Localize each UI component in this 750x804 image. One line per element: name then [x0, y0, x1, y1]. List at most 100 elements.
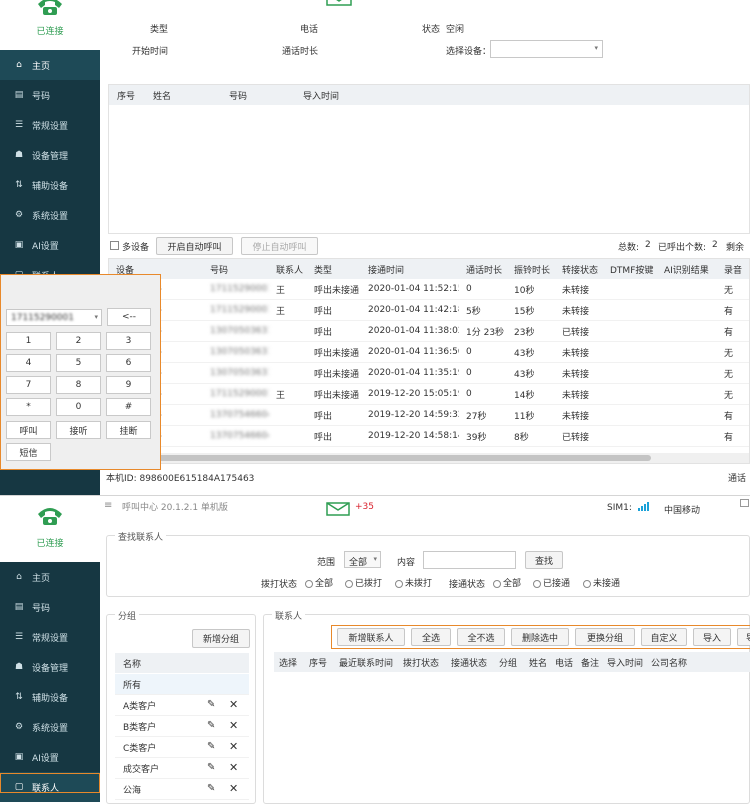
contact-btn-4[interactable]: 删除选中 — [511, 628, 569, 646]
mail-icon[interactable] — [326, 502, 350, 516]
dial-key-3[interactable]: 3 — [106, 332, 151, 350]
dial-state-radio[interactable] — [395, 579, 403, 588]
minimize-icon[interactable] — [740, 499, 749, 507]
conn-state-option[interactable]: 未接通 — [581, 576, 620, 589]
dial-key-7[interactable]: 7 — [6, 376, 51, 394]
sms-button[interactable]: 短信 — [6, 443, 51, 461]
call-row[interactable]: 9080017817115290001王呼出2020-01-04 11:42:1… — [109, 300, 749, 321]
call-header-cell: 振铃时长 — [514, 265, 551, 276]
conn-state-option[interactable]: 全部 — [491, 576, 521, 589]
search-button[interactable]: 查找 — [525, 551, 563, 569]
menu-icon[interactable]: ≡ — [104, 500, 112, 511]
call-row[interactable]: 9080017813070503631呼出未接通2020-01-04 11:36… — [109, 342, 749, 363]
horizontal-scrollbar[interactable] — [109, 453, 749, 463]
delete-icon[interactable]: ✕ — [229, 782, 238, 795]
sidebar-item-1[interactable]: ⌂ 主页 — [0, 50, 100, 80]
delete-icon[interactable]: ✕ — [229, 761, 238, 774]
edit-icon[interactable]: ✎ — [207, 741, 215, 752]
dial-state-option[interactable]: 已拨打 — [343, 576, 382, 589]
call-row[interactable]: 9080017813070503631呼出2020-01-04 11:38:02… — [109, 321, 749, 342]
conn-state-radio[interactable] — [493, 579, 501, 588]
contact-header-cell: 分组 — [499, 658, 518, 669]
dial-key-5[interactable]: 5 — [56, 354, 101, 372]
sidebar-item-3[interactable]: ☰ 常规设置 — [0, 622, 100, 652]
sidebar-item-4[interactable]: ☗ 设备管理 — [0, 140, 100, 170]
dial-key-9[interactable]: 9 — [106, 376, 151, 394]
dial-state-radio[interactable] — [345, 579, 353, 588]
dial-key-0[interactable]: 0 — [56, 398, 101, 416]
group-item[interactable]: 成交客户 ✎ ✕ — [115, 758, 249, 779]
device-select[interactable]: ▾ — [490, 40, 603, 58]
contact-btn-1[interactable]: 新增联系人 — [337, 628, 405, 646]
contact-btn-2[interactable]: 全选 — [411, 628, 451, 646]
sidebar-item-6[interactable]: ⚙ 系统设置 — [0, 712, 100, 742]
sidebar-item-5[interactable]: ⇅ 辅助设备 — [0, 170, 100, 200]
call-row[interactable]: 9080017813070503631呼出未接通2020-01-04 11:35… — [109, 363, 749, 384]
sidebar-item-1[interactable]: ⌂ 主页 — [0, 562, 100, 592]
sidebar-item-7[interactable]: ▣ AI设置 — [0, 230, 100, 260]
sidebar-item-7[interactable]: ▣ AI设置 — [0, 742, 100, 772]
answer-button[interactable]: 接听 — [56, 421, 101, 439]
conn-state-radio[interactable] — [533, 579, 541, 588]
call-row[interactable]: 9080017817115290001王呼出未接通2020-01-04 11:5… — [109, 279, 749, 300]
dial-key-star[interactable]: * — [6, 398, 51, 416]
scrollbar-thumb[interactable] — [111, 455, 651, 461]
carrier-label: 中国移动 — [664, 506, 701, 516]
dial-key-2[interactable]: 2 — [56, 332, 101, 350]
mail-count-badge: +35 — [355, 502, 374, 512]
sidebar-item-3[interactable]: ☰ 常规设置 — [0, 110, 100, 140]
contacts-legend: 联系人 — [272, 609, 306, 622]
sidebar-item-6[interactable]: ⚙ 系统设置 — [0, 200, 100, 230]
group-item[interactable]: 所有 — [115, 674, 249, 695]
call-cell: 未转接 — [562, 411, 590, 422]
delete-icon[interactable]: ✕ — [229, 740, 238, 753]
dial-key-8[interactable]: 8 — [56, 376, 101, 394]
sidebar-item-4[interactable]: ☗ 设备管理 — [0, 652, 100, 682]
dial-key-4[interactable]: 4 — [6, 354, 51, 372]
dial-state-radio[interactable] — [305, 579, 313, 588]
sidebar-item-label: 号码 — [32, 603, 51, 614]
sidebar-nav: ⌂主页▤号码☰常规设置☗设备管理⇅辅助设备⚙系统设置▣AI设置▢联系人 — [0, 50, 100, 290]
conn-state-option[interactable]: 已接通 — [531, 576, 570, 589]
range-select[interactable]: 全部 ▾ — [344, 551, 381, 568]
contact-btn-5[interactable]: 更换分组 — [575, 628, 635, 646]
edit-icon[interactable]: ✎ — [207, 720, 215, 731]
dial-state-option[interactable]: 未拨打 — [393, 576, 432, 589]
group-item[interactable]: A类客户 ✎ ✕ — [115, 695, 249, 716]
conn-state-radio[interactable] — [583, 579, 591, 588]
contact-btn-6[interactable]: 自定义 — [641, 628, 687, 646]
sidebar-item-2[interactable]: ▤ 号码 — [0, 592, 100, 622]
add-group-button[interactable]: 新增分组 — [192, 629, 250, 648]
group-item[interactable]: C类客户 ✎ ✕ — [115, 737, 249, 758]
stop-auto-call-button[interactable]: 停止自动呼叫 — [241, 237, 318, 255]
multi-device-checkbox[interactable] — [110, 241, 119, 250]
sim-label: SIM1: — [607, 503, 632, 513]
edit-icon[interactable]: ✎ — [207, 783, 215, 794]
delete-icon[interactable]: ✕ — [229, 698, 238, 711]
call-row[interactable]: 9080017813707546604呼出2019-12-20 14:59:32… — [109, 405, 749, 426]
edit-icon[interactable]: ✎ — [207, 762, 215, 773]
start-auto-call-button[interactable]: 开启自动呼叫 — [156, 237, 233, 255]
edit-icon[interactable]: ✎ — [207, 699, 215, 710]
contact-btn-7[interactable]: 导入 — [693, 628, 731, 646]
content-input[interactable] — [423, 551, 516, 569]
sidebar-item-2[interactable]: ▤ 号码 — [0, 80, 100, 110]
call-row[interactable]: 9080017813707546604呼出2019-12-20 14:58:14… — [109, 426, 749, 447]
call-row[interactable]: 9080017817115290001王呼出未接通2019-12-20 15:0… — [109, 384, 749, 405]
dial-key-1[interactable]: 1 — [6, 332, 51, 350]
group-item[interactable]: B类客户 ✎ ✕ — [115, 716, 249, 737]
dial-key-hash[interactable]: # — [106, 398, 151, 416]
call-cell: 11秒 — [514, 411, 535, 422]
dial-key-6[interactable]: 6 — [106, 354, 151, 372]
delete-icon[interactable]: ✕ — [229, 719, 238, 732]
contact-btn-8[interactable]: 导出 — [737, 628, 750, 646]
dial-state-option[interactable]: 全部 — [303, 576, 333, 589]
call-button[interactable]: 呼叫 — [6, 421, 51, 439]
sidebar-item-5[interactable]: ⇅ 辅助设备 — [0, 682, 100, 712]
hangup-button[interactable]: 挂断 — [106, 421, 151, 439]
backspace-button[interactable]: <-- — [107, 308, 151, 326]
call-cell: 有 — [724, 306, 734, 317]
mail-icon[interactable] — [326, 0, 352, 6]
contact-btn-3[interactable]: 全不选 — [457, 628, 505, 646]
dial-number-select[interactable]: 17115290001 ▾ — [6, 309, 102, 326]
